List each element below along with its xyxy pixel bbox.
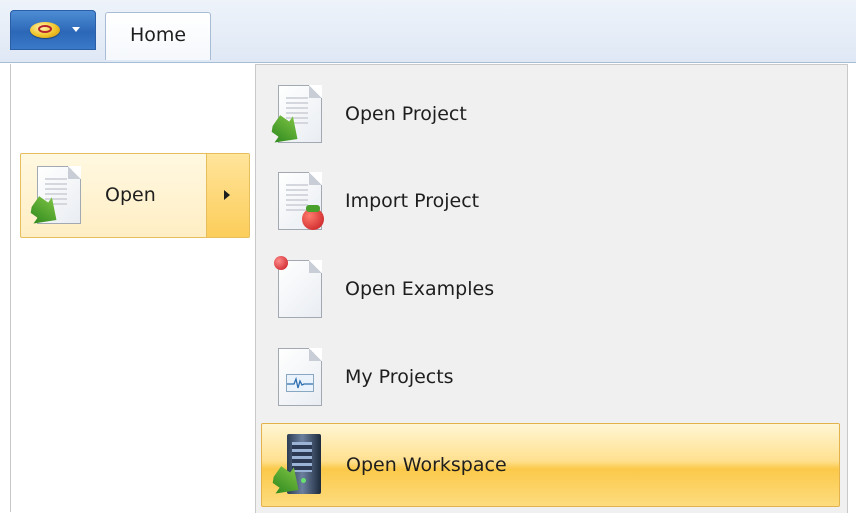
- menu-item-open[interactable]: Open: [20, 153, 250, 238]
- open-submenu-pane: Open Project Import Project Open Example…: [255, 64, 848, 513]
- submenu-item-label: Open Examples: [345, 278, 495, 300]
- menu-item-open-label: Open: [105, 184, 156, 206]
- application-menu-button[interactable]: [10, 10, 96, 50]
- submenu-item-open-project[interactable]: Open Project: [261, 73, 840, 157]
- submenu-item-label: Import Project: [345, 190, 480, 212]
- application-menu-left-pane: [10, 64, 262, 512]
- submenu-item-label: Open Workspace: [346, 454, 507, 476]
- chevron-right-icon: [224, 190, 230, 200]
- tab-home-label: Home: [129, 24, 187, 46]
- submenu-item-import-project[interactable]: Import Project: [261, 160, 840, 244]
- submenu-item-my-projects[interactable]: My Projects: [261, 336, 840, 420]
- submenu-item-open-workspace[interactable]: Open Workspace: [261, 423, 840, 507]
- open-submenu-button[interactable]: [206, 154, 249, 237]
- submenu-item-label: Open Project: [345, 103, 467, 125]
- app-logo-icon: [30, 22, 60, 38]
- submenu-item-label: My Projects: [345, 366, 454, 388]
- ribbon-bar: Home: [0, 0, 856, 63]
- dropdown-caret-icon: [72, 27, 80, 32]
- tab-home[interactable]: Home: [105, 12, 211, 60]
- submenu-item-open-examples[interactable]: Open Examples: [261, 248, 840, 332]
